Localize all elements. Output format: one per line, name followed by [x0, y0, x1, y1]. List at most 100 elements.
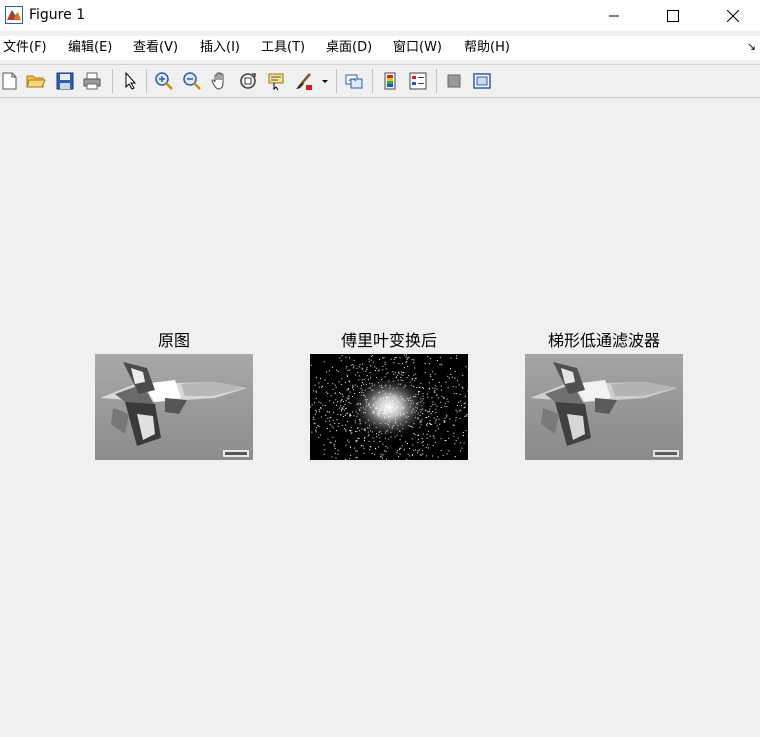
menu-view[interactable]: 查看(V) — [133, 40, 178, 56]
open-file-icon[interactable] — [26, 71, 46, 91]
spectrum-speck — [329, 424, 331, 425]
menu-insert[interactable]: 插入(I) — [200, 40, 240, 56]
spectrum-speck — [452, 386, 454, 387]
pan-hand-icon[interactable] — [210, 71, 230, 91]
spectrum-speck — [432, 379, 434, 380]
spectrum-speck — [451, 376, 453, 378]
new-figure-icon[interactable] — [0, 71, 20, 91]
spectrum-speck — [434, 391, 436, 393]
spectrum-speck — [456, 355, 458, 357]
menu-tools[interactable]: 工具(T) — [261, 40, 305, 56]
spectrum-speck — [343, 428, 345, 430]
spectrum-speck — [431, 371, 433, 373]
spectrum-speck — [422, 450, 424, 452]
spectrum-speck — [355, 430, 357, 432]
subplot-fourier-image[interactable] — [310, 354, 468, 460]
spectrum-speck — [362, 445, 364, 447]
spectrum-speck — [345, 367, 347, 369]
zoom-out-icon[interactable] — [182, 71, 202, 91]
show-plot-tools-icon[interactable] — [472, 71, 492, 91]
spectrum-speck — [328, 370, 330, 372]
spectrum-speck — [340, 409, 342, 411]
spectrum-speck — [347, 388, 349, 390]
insert-legend-icon[interactable] — [408, 71, 428, 91]
spectrum-speck — [453, 424, 455, 426]
spectrum-speck — [337, 370, 339, 372]
spectrum-speck — [319, 411, 321, 413]
link-plot-icon[interactable] — [344, 71, 364, 91]
spectrum-speck — [326, 411, 328, 413]
spectrum-speck — [462, 435, 464, 436]
subplot-original-image[interactable] — [95, 354, 253, 460]
maximize-button[interactable] — [650, 0, 696, 31]
spectrum-speck — [352, 386, 354, 388]
spectrum-speck — [315, 431, 317, 433]
spectrum-speck — [399, 453, 401, 455]
spectrum-speck — [370, 365, 372, 367]
spectrum-speck — [334, 453, 336, 454]
spectrum-speck — [393, 358, 395, 360]
spectrum-speck — [318, 436, 320, 438]
spectrum-speck — [338, 381, 340, 383]
insert-colorbar-icon[interactable] — [380, 71, 400, 91]
maximize-icon — [667, 9, 679, 22]
spectrum-speck — [407, 366, 409, 367]
spectrum-speck — [440, 438, 442, 440]
menu-desktop[interactable]: 桌面(D) — [326, 40, 372, 56]
brush-dropdown-icon[interactable] — [320, 71, 330, 91]
spectrum-speck — [433, 417, 435, 419]
minimize-button[interactable] — [591, 0, 637, 31]
menu-help[interactable]: 帮助(H) — [464, 40, 510, 56]
spectrum-speck — [406, 361, 408, 362]
spectrum-speck — [370, 446, 372, 448]
spectrum-speck — [337, 414, 339, 416]
spectrum-speck — [356, 367, 358, 369]
spectrum-speck — [444, 417, 446, 419]
spectrum-speck — [461, 447, 463, 449]
spectrum-speck — [340, 405, 341, 407]
menu-edit[interactable]: 编辑(E) — [68, 40, 112, 56]
spectrum-speck — [379, 359, 381, 361]
spectrum-speck — [450, 368, 451, 370]
spectrum-speck — [372, 354, 374, 356]
spectrum-speck — [327, 417, 329, 419]
zoom-in-icon[interactable] — [154, 71, 174, 91]
subplot-filtered-image[interactable] — [525, 354, 683, 460]
save-icon[interactable] — [55, 71, 75, 91]
spectrum-speck — [347, 439, 349, 441]
spectrum-speck — [454, 377, 456, 379]
spectrum-speck — [395, 357, 397, 359]
select-arrow-icon[interactable] — [120, 71, 140, 91]
menu-file[interactable]: 文件(F) — [3, 40, 47, 56]
spectrum-speck — [417, 452, 419, 454]
spectrum-speck — [341, 398, 343, 400]
hide-plot-tools-icon[interactable] — [444, 71, 464, 91]
spectrum-speck — [319, 377, 321, 379]
spectrum-speck — [413, 449, 415, 451]
spectrum-speck — [434, 373, 436, 375]
spectrum-speck — [326, 391, 328, 393]
close-button[interactable] — [710, 0, 756, 31]
spectrum-speck — [337, 425, 339, 427]
spectrum-speck — [320, 402, 322, 404]
spectrum-speck — [466, 415, 468, 417]
rotate-3d-icon[interactable] — [238, 71, 258, 91]
menu-overflow-arrow-icon[interactable]: ↘ — [747, 40, 756, 53]
spectrum-speck — [455, 392, 457, 394]
data-cursor-icon[interactable] — [266, 71, 286, 91]
spectrum-speck — [314, 384, 316, 386]
menu-window[interactable]: 窗口(W) — [393, 40, 442, 56]
spectrum-speck — [440, 401, 442, 403]
spectrum-speck — [345, 424, 347, 426]
spectrum-speck — [465, 402, 466, 404]
print-icon[interactable] — [82, 71, 102, 91]
spectrum-speck — [323, 453, 325, 455]
spectrum-speck — [345, 400, 347, 402]
spectrum-speck — [334, 384, 336, 386]
matlab-logo-icon — [5, 6, 23, 24]
spectrum-speck — [329, 400, 331, 402]
spectrum-speck — [420, 382, 422, 384]
spectrum-speck — [435, 385, 437, 387]
spectrum-speck — [431, 424, 433, 425]
brush-icon[interactable] — [294, 71, 314, 91]
